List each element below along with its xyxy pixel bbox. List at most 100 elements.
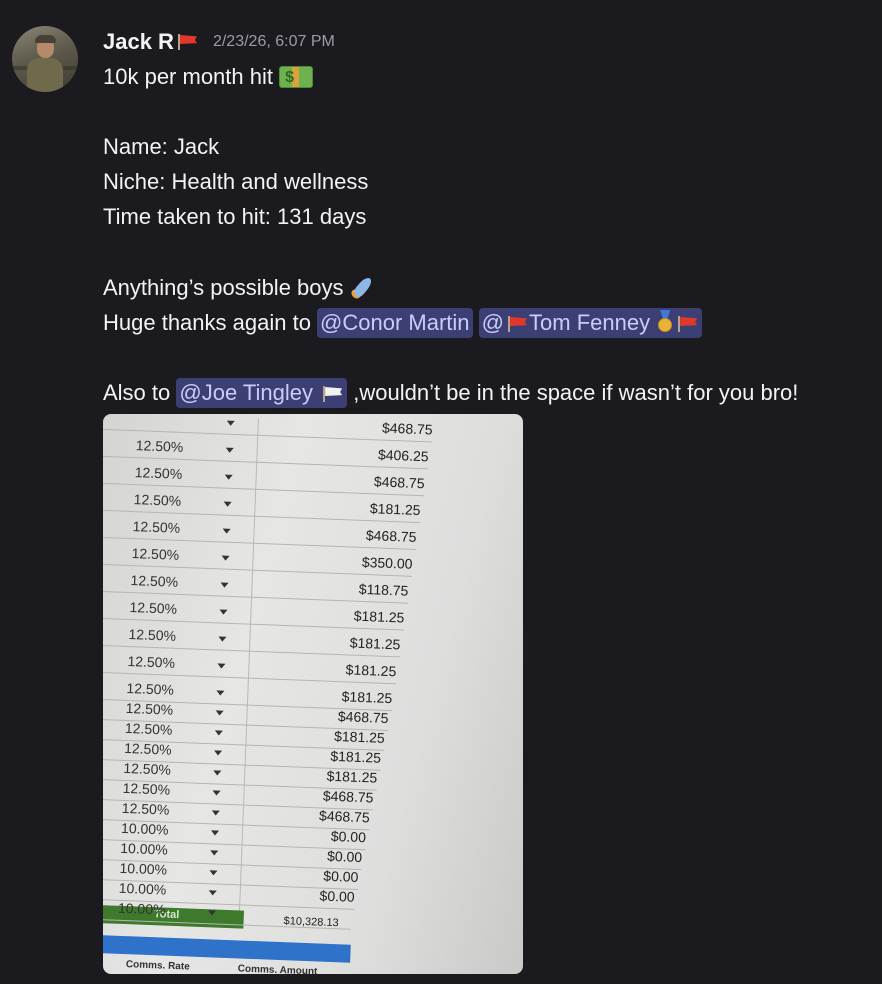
rate-cell: 10.00% [120, 839, 169, 858]
red-flag-icon [507, 316, 529, 332]
message-text: Time taken to hit: 131 days [103, 204, 367, 229]
amount-cell: $468.75 [373, 473, 425, 492]
amount-cell: $350.00 [361, 553, 413, 572]
column-header-rate: Comms. Rate [125, 959, 190, 973]
rate-cell: 12.50% [132, 518, 181, 536]
message-text: Huge thanks again to [103, 310, 318, 335]
dropdown-caret-icon [215, 710, 224, 716]
rate-cell: 12.50% [123, 759, 172, 778]
dropdown-caret-icon [220, 582, 229, 588]
rate-cell: 12.50% [122, 779, 171, 798]
message-text: Also to [103, 380, 177, 405]
dropdown-caret-icon [207, 910, 216, 916]
amount-cell: $0.00 [326, 847, 363, 866]
avatar-cap [35, 35, 56, 43]
amount-cell: $0.00 [319, 887, 355, 905]
money-icon [279, 63, 314, 93]
amount-cell: $468.75 [318, 807, 370, 826]
amount-cell: $118.75 [358, 580, 409, 599]
rate-cell: 10.00% [120, 819, 169, 838]
rate-cell: 12.50% [131, 545, 180, 563]
rate-cell: 12.50% [134, 464, 183, 482]
white-flag-icon [322, 386, 344, 402]
dropdown-caret-icon [211, 810, 220, 816]
amount-cell: $181.25 [369, 500, 421, 519]
amount-cell: $181.25 [333, 727, 386, 746]
dropdown-caret-icon [214, 730, 223, 736]
rate-cell: 12.50% [127, 652, 176, 671]
amount-cell: $468.75 [337, 708, 389, 727]
message-header: Jack R 2/23/26, 6:07 PM [103, 29, 335, 55]
image-attachment[interactable]: Total $10,328.13 Comms. Rate Comms. Amou… [103, 414, 523, 974]
avatar-person [27, 58, 63, 92]
amount-cell: $181.25 [345, 661, 397, 680]
rocket-icon [349, 274, 378, 301]
message-text: Niche: Health and wellness [103, 169, 369, 194]
dropdown-caret-icon [216, 690, 225, 696]
rate-cell: 10.00% [119, 859, 168, 878]
rate-cell: 12.50% [133, 491, 182, 509]
dropdown-caret-icon [226, 420, 235, 426]
amount-cell: $181.25 [330, 747, 382, 766]
dropdown-caret-icon [212, 790, 221, 796]
amount-cell: $468.75 [381, 419, 433, 438]
dropdown-caret-icon [219, 609, 228, 615]
message-text: Name: Jack [103, 134, 220, 159]
message-text: Anything’s possible boys [103, 275, 344, 300]
dropdown-caret-icon [217, 663, 226, 669]
dropdown-caret-icon [222, 528, 231, 534]
mention-joe-tingley[interactable]: @Joe Tingley [176, 378, 348, 408]
rate-cell: 12.50% [128, 625, 177, 644]
amount-cell: $181.25 [341, 688, 393, 707]
rate-cell: 12.50% [126, 679, 175, 698]
rate-cell: 12.50% [129, 599, 178, 617]
rate-cell: 12.50% [125, 699, 174, 718]
mention-conor-martin[interactable]: @Conor Martin [317, 308, 473, 338]
dropdown-caret-icon [218, 636, 227, 642]
message-line: Also to @Joe Tingley ,wouldn’t be in the… [103, 378, 798, 408]
message-line: Niche: Health and wellness [103, 167, 368, 197]
rate-cell: 12.50% [124, 719, 173, 738]
mention-at: @ [481, 310, 505, 335]
rate-cell: 10.00% [118, 879, 167, 898]
amount-cell: $181.25 [353, 607, 405, 626]
column-header-amount: Comms. Amount [237, 963, 318, 974]
rate-cell: 12.50% [123, 739, 172, 758]
amount-cell: $0.00 [323, 867, 359, 885]
message-line: Name: Jack [103, 132, 219, 162]
dropdown-caret-icon [225, 447, 234, 453]
header-bar [103, 934, 351, 963]
amount-cell: $181.25 [349, 634, 401, 653]
dropdown-caret-icon [223, 501, 232, 507]
dropdown-caret-icon [210, 850, 219, 856]
mention-tom-fenney[interactable]: @ Tom Fenney [478, 308, 703, 338]
spreadsheet-photo: Total $10,328.13 Comms. Rate Comms. Amou… [103, 414, 523, 974]
medal-icon [656, 310, 674, 334]
message-text: ,wouldn’t be in the space if wasn’t for … [347, 380, 799, 405]
rate-cell: 12.50% [135, 437, 184, 455]
author-name[interactable]: Jack R [103, 29, 174, 55]
amount-cell: $468.75 [365, 527, 417, 545]
dropdown-caret-icon [209, 870, 218, 876]
rate-cell: 10.00% [117, 899, 166, 918]
message-timestamp: 2/23/26, 6:07 PM [212, 33, 335, 50]
dropdown-caret-icon [213, 750, 223, 756]
dropdown-caret-icon [210, 830, 220, 836]
message-line: 10k per month hit [103, 62, 314, 93]
mention-name: @Joe Tingley [179, 380, 313, 405]
rate-cell: 12.50% [121, 799, 170, 818]
amount-cell: $406.25 [377, 446, 429, 465]
red-flag-icon [677, 316, 699, 332]
dropdown-caret-icon [221, 555, 230, 561]
rate-cell: 12.50% [130, 572, 179, 590]
amount-cell: $0.00 [330, 827, 367, 846]
user-avatar[interactable] [12, 26, 78, 92]
dropdown-caret-icon [208, 890, 217, 896]
message-text: 10k per month hit [103, 64, 273, 89]
message-line: Huge thanks again to @Conor Martin @ Tom … [103, 308, 703, 338]
red-flag-icon [177, 34, 199, 50]
amount-cell: $468.75 [322, 787, 374, 806]
message-line: Anything’s possible boys [103, 273, 378, 303]
dropdown-caret-icon [224, 474, 233, 480]
amount-cell: $181.25 [326, 767, 378, 786]
